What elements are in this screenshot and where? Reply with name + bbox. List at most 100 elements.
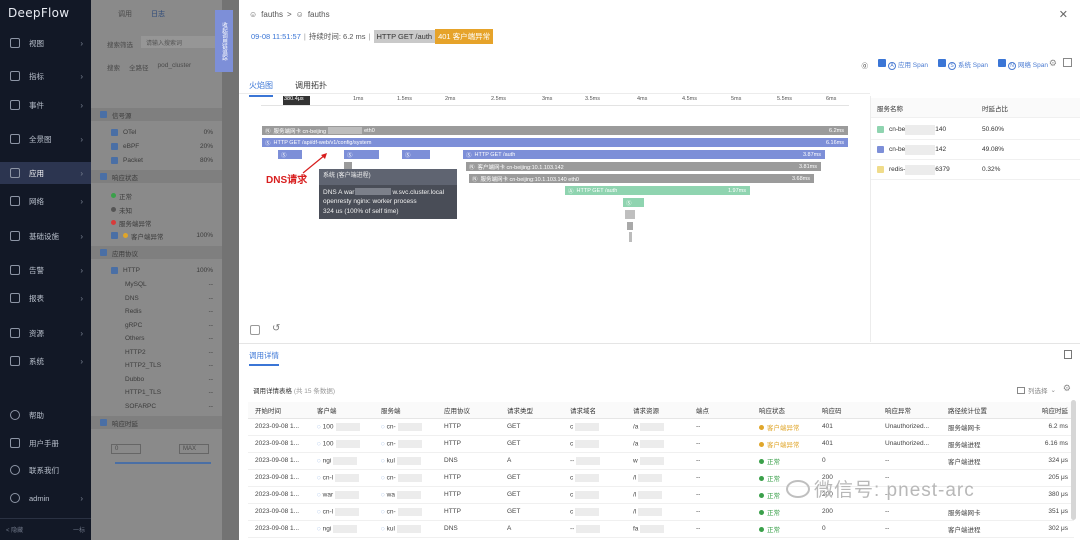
col-header[interactable]: 响应状态 <box>752 402 815 419</box>
ruler-start[interactable]: 380.4μs <box>283 96 310 105</box>
list-item[interactable]: HTTP2_TLS -- <box>91 359 222 372</box>
nav-item-user[interactable]: admin › <box>0 487 91 509</box>
collapse-nav-button[interactable]: < 隐藏 <box>6 525 23 534</box>
nav-item-resource[interactable]: 资源 › <box>0 322 91 344</box>
span-bar[interactable]: Ⓢ <box>344 150 379 159</box>
svc-row[interactable]: cn-be 142 49.08% <box>871 140 1080 160</box>
checkbox[interactable] <box>111 232 118 239</box>
list-item[interactable]: 客户端异常 100% <box>91 229 222 242</box>
collapse-trace-button[interactable]: 收起调用链追踪 <box>215 10 233 72</box>
section-latency[interactable]: 响应时延 <box>91 416 222 429</box>
span-bar[interactable]: Ⓝ 客户端网卡 cn-beijing:10.1.103.142 3.81ms <box>466 162 821 171</box>
col-latency-pct[interactable]: 时延占比 <box>982 103 1008 113</box>
list-item[interactable]: 未知 <box>91 203 222 216</box>
breadcrumb-item[interactable]: fauths <box>308 10 330 19</box>
search-input[interactable]: 请输入搜索词 <box>141 36 216 48</box>
list-item[interactable]: MySQL -- <box>91 278 222 291</box>
col-header[interactable]: 请求域名 <box>563 402 626 419</box>
filter-chip[interactable]: 搜索 <box>107 62 120 72</box>
list-item[interactable]: OTel 0% <box>91 126 222 139</box>
svc-row[interactable]: cn-be 140 50.60% <box>871 120 1080 140</box>
col-service-name[interactable]: 服务名称 <box>877 103 903 113</box>
list-item[interactable]: 正常 <box>91 189 222 202</box>
span-bar[interactable]: Ⓢ HTTP GET /api/df-web/v1/config/system … <box>262 138 848 147</box>
fit-view-icon[interactable] <box>250 325 260 335</box>
list-item[interactable]: HTTP1_TLS -- <box>91 386 222 399</box>
nav-item-events[interactable]: 事件 › <box>0 94 91 116</box>
table-row[interactable]: 2023-09-08 1... ◌ cn-l ◌ cn- HTTP GET c/l -- 正常… <box>248 503 1074 521</box>
list-item[interactable]: Redis -- <box>91 305 222 318</box>
legend-sys-span[interactable]: S 系统 Span <box>938 59 988 70</box>
tab-call-details[interactable]: 调用详情 <box>249 350 279 366</box>
checkbox[interactable] <box>111 129 118 136</box>
tab-flamegraph[interactable]: 火焰图 <box>249 80 273 97</box>
svc-row[interactable]: redis- 6379 0.32% <box>871 160 1080 180</box>
nav-item-metrics[interactable]: 指标 › <box>0 65 91 87</box>
col-header[interactable]: 响应异常 <box>878 402 941 419</box>
table-row[interactable]: 2023-09-08 1... ◌ 100 ◌ cn- HTTP GET c/a -- 客户端… <box>248 418 1074 436</box>
checkbox[interactable] <box>111 143 118 150</box>
span-bar[interactable]: Ⓝ 服务端网卡 cn-beijing eth0 6.2ms <box>262 126 848 135</box>
section-response-status[interactable]: 响应状态 <box>91 170 222 183</box>
col-header[interactable]: 响应时延 <box>1014 402 1074 419</box>
section-app-protocol[interactable]: 应用协议 <box>91 246 222 259</box>
tab-logs[interactable]: 日志 <box>151 9 165 19</box>
export-icon[interactable] <box>1064 350 1072 359</box>
col-header[interactable]: 请求资源 <box>626 402 689 419</box>
breadcrumb-item[interactable]: fauths <box>261 10 283 19</box>
section-signal-source[interactable]: 信号源 <box>91 108 222 121</box>
col-header[interactable]: 服务端 <box>374 402 437 419</box>
nav-item-infra[interactable]: 基础设施 › <box>0 225 91 247</box>
latency-min-input[interactable]: 0 <box>111 444 141 454</box>
legend-help-icon[interactable]: ⓪ <box>862 60 869 70</box>
table-row[interactable]: 2023-09-08 1... ◌ 100 ◌ cn- HTTP GET c/a -- 客户端… <box>248 435 1074 453</box>
panel-divider[interactable] <box>239 343 1080 344</box>
filter-chip[interactable]: pod_cluster <box>158 62 192 72</box>
col-header[interactable]: 客户端 <box>310 402 374 419</box>
col-header[interactable]: 开始时间 <box>248 402 310 419</box>
list-item[interactable]: Others -- <box>91 332 222 345</box>
checkbox[interactable] <box>111 157 118 164</box>
legend-net-span[interactable]: N 网络 Span <box>998 59 1048 70</box>
nav-item-panorama[interactable]: 全景图 › <box>0 128 91 150</box>
span-bar[interactable] <box>629 232 632 242</box>
span-bar[interactable]: Ⓢ HTTP GET /auth 3.87ms <box>463 150 825 159</box>
nav-item-contact[interactable]: 联系我们 <box>0 459 91 481</box>
latency-slider[interactable] <box>115 462 211 464</box>
nav-item-help[interactable]: 帮助 <box>0 404 91 426</box>
col-header[interactable]: 请求类型 <box>500 402 563 419</box>
nav-item-app[interactable]: 应用 › <box>0 162 91 184</box>
col-header[interactable]: 路径统计位置 <box>941 402 1014 419</box>
table-row[interactable]: 2023-09-08 1... ◌ ngi ◌ kul DNS A -- fa -- 正常 0 --… <box>248 520 1074 538</box>
list-item[interactable]: SOFARPC -- <box>91 400 222 413</box>
list-item[interactable]: HTTP 100% <box>91 264 222 277</box>
settings-gear-icon[interactable]: ⚙ <box>1049 58 1057 69</box>
table-row[interactable]: 2023-09-08 1... ◌ ngi ◌ kul DNS A -- w -- 正常 0 -- 客… <box>248 452 1074 470</box>
list-item[interactable]: Dubbo -- <box>91 373 222 386</box>
checkbox[interactable] <box>111 267 118 274</box>
list-item[interactable]: gRPC -- <box>91 319 222 332</box>
latency-max-input[interactable]: MAX <box>179 444 209 454</box>
table-scrollbar[interactable] <box>1071 400 1076 520</box>
list-item[interactable]: 服务端异常 <box>91 216 222 229</box>
nav-item-report[interactable]: 报表 › <box>0 287 91 309</box>
checkbox[interactable] <box>100 173 107 180</box>
nav-item-system[interactable]: 系统 › <box>0 350 91 372</box>
layout-toggle-icon[interactable] <box>1063 58 1072 67</box>
col-header[interactable]: 应用协议 <box>437 402 500 419</box>
span-bar[interactable] <box>627 222 633 230</box>
col-header[interactable]: 响应码 <box>815 402 878 419</box>
span-bar[interactable]: Ⓢ <box>623 198 644 207</box>
checkbox[interactable] <box>100 419 107 426</box>
list-item[interactable]: HTTP2 -- <box>91 346 222 359</box>
checkbox[interactable] <box>100 111 107 118</box>
legend-app-span[interactable]: A 应用 Span <box>878 59 928 70</box>
nav-item-alert[interactable]: 告警 › <box>0 259 91 281</box>
close-icon[interactable]: ✕ <box>1059 8 1068 21</box>
column-select-button[interactable]: 列选择 ⌄ <box>1017 385 1056 395</box>
reset-icon[interactable]: ↺ <box>272 323 280 334</box>
span-bar[interactable]: Ⓐ HTTP GET /auth 1.97ms <box>565 186 750 195</box>
tab-calls[interactable]: 调用 <box>118 9 132 19</box>
table-settings-gear-icon[interactable]: ⚙ <box>1063 383 1071 394</box>
checkbox[interactable] <box>100 249 107 256</box>
